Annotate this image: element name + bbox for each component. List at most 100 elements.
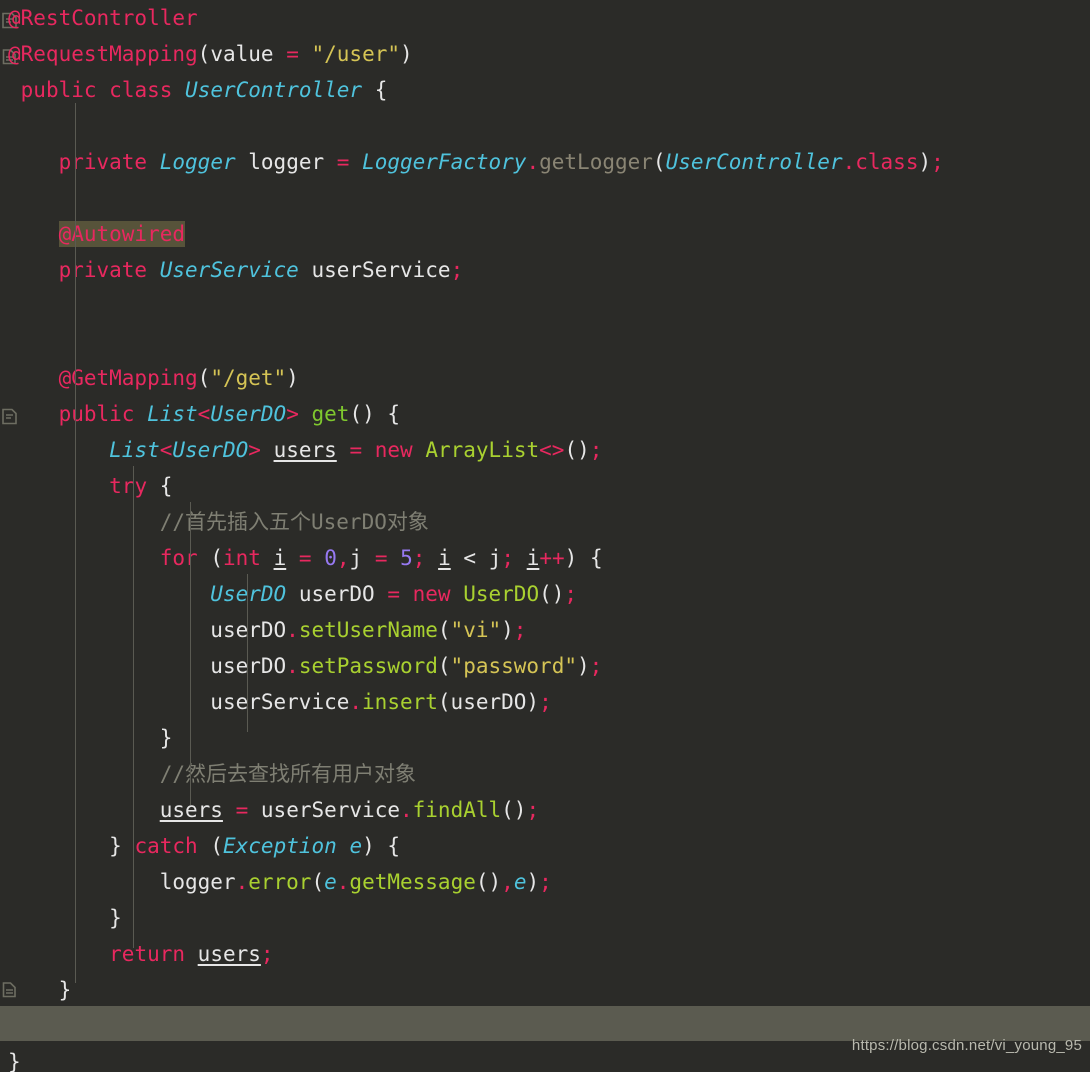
guide-for-body bbox=[247, 574, 248, 732]
code-token bbox=[198, 834, 211, 858]
code-line[interactable]: return users; bbox=[0, 936, 1090, 972]
code-line[interactable]: List<UserDO> users = new ArrayList<>(); bbox=[0, 432, 1090, 468]
code-token: users bbox=[274, 438, 337, 462]
code-token bbox=[147, 150, 160, 174]
code-token: @GetMapping bbox=[59, 366, 198, 390]
code-token: 0 bbox=[324, 546, 337, 570]
code-token: < bbox=[198, 402, 211, 426]
code-line[interactable]: private UserService userService; bbox=[0, 252, 1090, 288]
code-line[interactable]: UserDO userDO = new UserDO(); bbox=[0, 576, 1090, 612]
code-token bbox=[451, 582, 464, 606]
code-line[interactable]: //首先插入五个UserDO对象 bbox=[0, 504, 1090, 540]
code-token: ; bbox=[501, 546, 514, 570]
code-token: ) bbox=[918, 150, 931, 174]
code-token: ( bbox=[210, 546, 223, 570]
code-token: ( bbox=[438, 618, 451, 642]
code-token: { bbox=[590, 546, 603, 570]
code-line[interactable]: } bbox=[0, 972, 1090, 1008]
code-token bbox=[261, 438, 274, 462]
code-token bbox=[299, 402, 312, 426]
code-token: "password" bbox=[451, 654, 577, 678]
code-token bbox=[8, 942, 109, 966]
code-line[interactable]: //然后去查找所有用户对象 bbox=[0, 756, 1090, 792]
code-token: get bbox=[312, 402, 350, 426]
code-token: = bbox=[286, 42, 299, 66]
code-line[interactable]: private Logger logger = LoggerFactory.ge… bbox=[0, 144, 1090, 180]
code-line[interactable]: } catch (Exception e) { bbox=[0, 828, 1090, 864]
code-token: logger bbox=[160, 870, 236, 894]
code-token: Exception bbox=[223, 834, 337, 858]
code-line[interactable]: } bbox=[0, 720, 1090, 756]
code-token: () bbox=[349, 402, 374, 426]
code-token bbox=[8, 762, 160, 786]
code-token: userDO bbox=[210, 618, 286, 642]
code-token: ( bbox=[311, 870, 324, 894]
code-token: userService bbox=[261, 798, 400, 822]
code-line[interactable] bbox=[0, 288, 1090, 324]
code-line[interactable]: logger.error(e.getMessage(),e); bbox=[0, 864, 1090, 900]
code-token: private bbox=[59, 150, 148, 174]
code-line[interactable] bbox=[0, 180, 1090, 216]
code-token: 5 bbox=[400, 546, 413, 570]
code-token: ( bbox=[438, 690, 451, 714]
code-token: } bbox=[109, 834, 122, 858]
code-token: UserDO bbox=[210, 582, 286, 606]
code-token bbox=[8, 438, 109, 462]
code-token bbox=[387, 546, 400, 570]
code-token: () bbox=[501, 798, 526, 822]
code-token bbox=[8, 402, 59, 426]
code-token: e bbox=[514, 870, 527, 894]
code-token bbox=[8, 726, 160, 750]
code-line[interactable]: users = userService.findAll(); bbox=[0, 792, 1090, 828]
code-token: getLogger bbox=[539, 150, 653, 174]
code-token: ) bbox=[577, 654, 590, 678]
code-token bbox=[425, 546, 438, 570]
code-token: int bbox=[223, 546, 261, 570]
code-token: ; bbox=[564, 582, 577, 606]
code-line[interactable]: userService.insert(userDO); bbox=[0, 684, 1090, 720]
code-token: ) bbox=[565, 546, 578, 570]
code-token bbox=[8, 582, 210, 606]
code-token: = bbox=[387, 582, 400, 606]
code-line[interactable]: @GetMapping("/get") bbox=[0, 360, 1090, 396]
code-line[interactable]: @RequestMapping(value = "/user") bbox=[0, 36, 1090, 72]
code-token: "/get" bbox=[210, 366, 286, 390]
code-line[interactable]: public class UserController { bbox=[0, 72, 1090, 108]
code-editor[interactable]: @RestController@RequestMapping(value = "… bbox=[0, 0, 1090, 1072]
code-token: ++ bbox=[539, 546, 564, 570]
code-token bbox=[8, 618, 210, 642]
code-token bbox=[312, 546, 325, 570]
code-token: "/user" bbox=[312, 42, 401, 66]
code-area[interactable]: @RestController@RequestMapping(value = "… bbox=[0, 0, 1090, 1072]
code-line[interactable] bbox=[0, 108, 1090, 144]
code-line[interactable]: @RestController bbox=[0, 0, 1090, 36]
code-line[interactable]: for (int i = 0,j = 5; i < j; i++) { bbox=[0, 540, 1090, 576]
code-line[interactable]: userDO.setPassword("password"); bbox=[0, 648, 1090, 684]
code-token: () bbox=[476, 870, 501, 894]
code-line[interactable]: try { bbox=[0, 468, 1090, 504]
code-token: , bbox=[337, 546, 350, 570]
code-token bbox=[577, 546, 590, 570]
code-line[interactable]: } bbox=[0, 900, 1090, 936]
code-token: new bbox=[413, 582, 451, 606]
code-token: setPassword bbox=[299, 654, 438, 678]
code-token bbox=[400, 582, 413, 606]
code-token: < bbox=[160, 438, 173, 462]
code-token bbox=[8, 870, 160, 894]
code-line[interactable]: public List<UserDO> get() { bbox=[0, 396, 1090, 432]
code-token: ) bbox=[286, 366, 299, 390]
code-token: . bbox=[286, 618, 299, 642]
code-line[interactable] bbox=[0, 324, 1090, 360]
code-token: = bbox=[299, 546, 312, 570]
code-token: () bbox=[539, 582, 564, 606]
guide-class-body bbox=[75, 103, 76, 983]
code-token: findAll bbox=[413, 798, 502, 822]
code-token: return bbox=[109, 942, 185, 966]
code-token: ; bbox=[514, 618, 527, 642]
code-line[interactable]: userDO.setUserName("vi"); bbox=[0, 612, 1090, 648]
code-token: = bbox=[349, 438, 362, 462]
code-token bbox=[147, 474, 160, 498]
code-line[interactable]: @Autowired bbox=[0, 216, 1090, 252]
code-token: . bbox=[400, 798, 413, 822]
code-token bbox=[261, 546, 274, 570]
